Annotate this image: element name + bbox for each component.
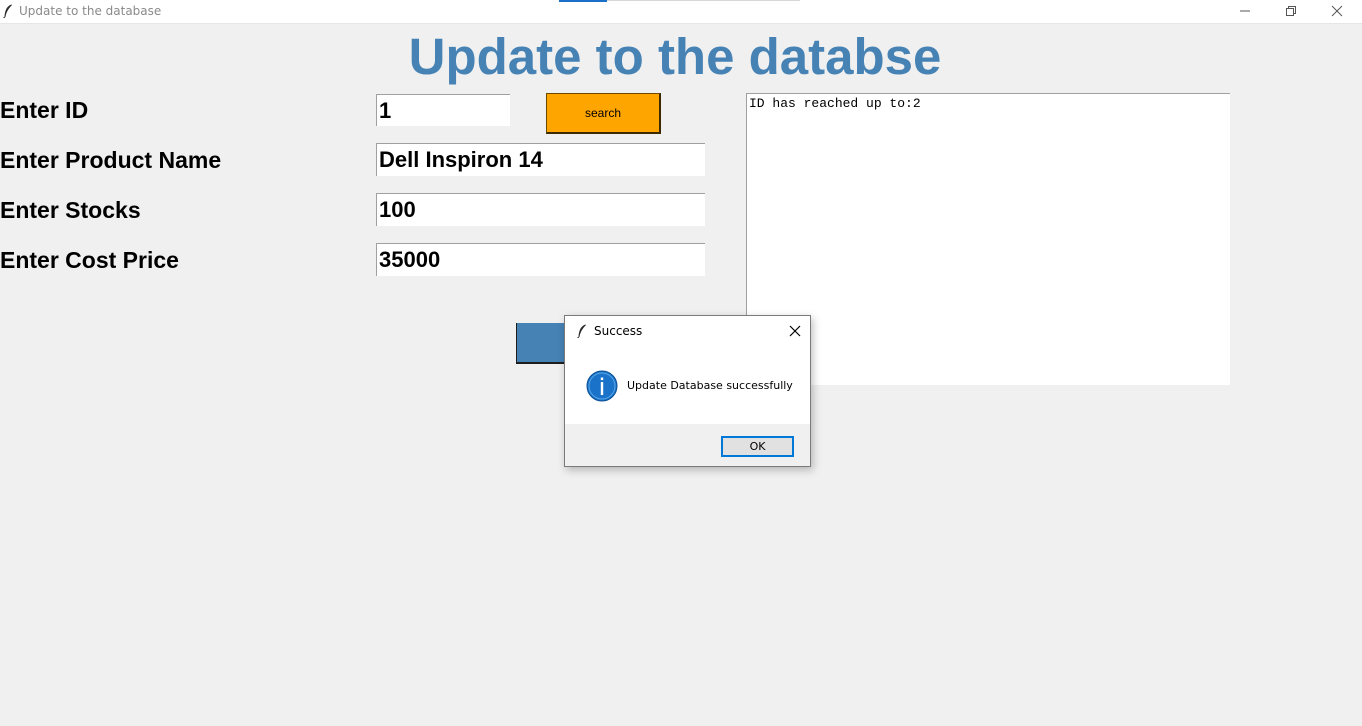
ok-button[interactable]: OK: [721, 436, 794, 457]
feather-icon: [3, 4, 12, 18]
cost-price-label: Enter Cost Price: [0, 247, 179, 273]
cost-price-input[interactable]: [376, 243, 705, 276]
dialog-title: Success: [594, 324, 643, 338]
taskbar-line: [607, 0, 800, 1]
page-title: Update to the databse: [408, 28, 942, 85]
success-dialog: Success Update Database successfully OK: [564, 315, 811, 467]
stocks-input[interactable]: [376, 193, 705, 226]
minimize-button[interactable]: [1222, 0, 1268, 22]
dialog-close-button[interactable]: [785, 321, 805, 341]
taskbar-accent: [559, 0, 607, 2]
log-text-area[interactable]: ID has reached up to:2: [746, 93, 1230, 385]
restore-icon: [1286, 6, 1296, 16]
feather-icon: [577, 324, 586, 338]
close-icon: [1331, 5, 1343, 17]
dialog-footer: OK: [565, 424, 810, 466]
restore-button[interactable]: [1268, 0, 1314, 22]
close-button[interactable]: [1314, 0, 1360, 22]
minimize-icon: [1240, 10, 1250, 12]
product-name-label: Enter Product Name: [0, 147, 222, 173]
search-button[interactable]: search: [546, 93, 661, 134]
product-name-input[interactable]: [376, 143, 705, 176]
dialog-message: Update Database successfully: [627, 379, 793, 392]
info-icon: [586, 370, 618, 402]
id-input[interactable]: [376, 94, 510, 126]
close-icon: [789, 325, 801, 337]
log-text: ID has reached up to:2: [749, 96, 921, 111]
id-label: Enter ID: [0, 97, 89, 123]
stocks-label: Enter Stocks: [0, 197, 141, 223]
title-bar: Update to the database: [0, 0, 1362, 24]
window-title: Update to the database: [19, 4, 162, 18]
